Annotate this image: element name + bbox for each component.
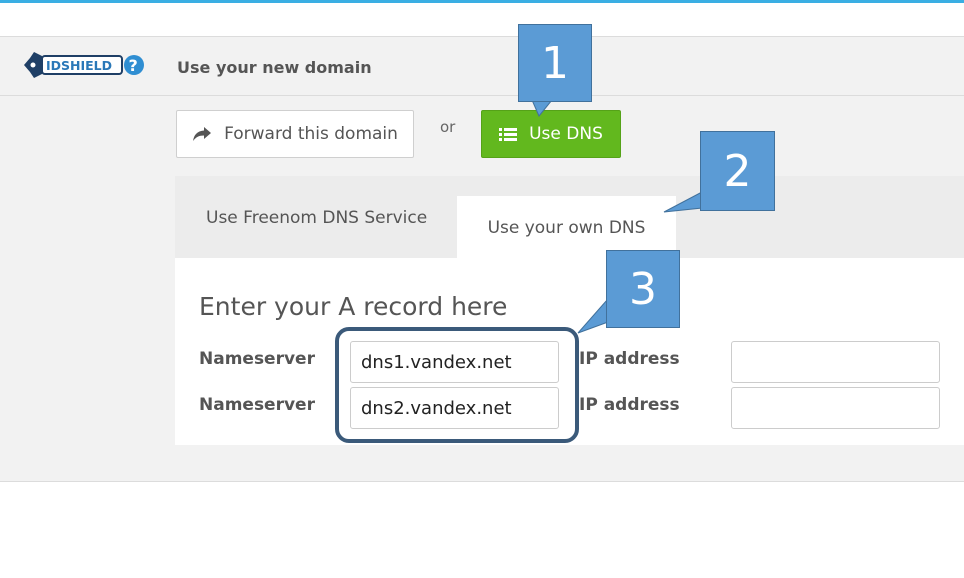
callout-3: 3 bbox=[606, 250, 680, 328]
callout-1: 1 bbox=[518, 24, 592, 102]
callout-2: 2 bbox=[700, 131, 775, 211]
callout-1-pointer bbox=[531, 99, 554, 117]
callout-pointers bbox=[531, 99, 703, 334]
callout-2-pointer bbox=[663, 191, 703, 213]
